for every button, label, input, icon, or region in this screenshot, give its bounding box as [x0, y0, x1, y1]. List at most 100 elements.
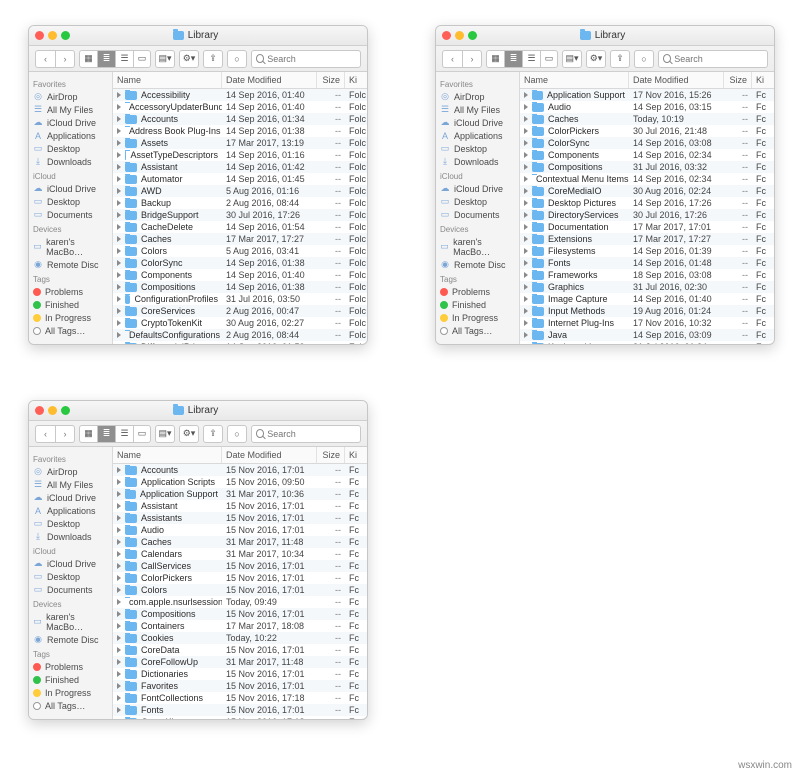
table-row[interactable]: ColorSync 14 Sep 2016, 01:38 -- Folc [113, 257, 367, 269]
maximize-icon[interactable] [61, 31, 70, 40]
table-row[interactable]: Java 14 Sep 2016, 03:09 -- Fc [520, 329, 774, 341]
disclosure-icon[interactable] [117, 332, 121, 338]
minimize-icon[interactable] [48, 406, 57, 415]
table-row[interactable]: Containers 17 Mar 2017, 18:08 -- Fc [113, 620, 367, 632]
table-row[interactable]: Dictionaries 15 Nov 2016, 17:01 -- Fc [113, 668, 367, 680]
search-field[interactable] [251, 425, 361, 443]
table-row[interactable]: ColorSync 14 Sep 2016, 03:08 -- Fc [520, 137, 774, 149]
table-row[interactable]: Graphics 31 Jul 2016, 02:30 -- Fc [520, 281, 774, 293]
sidebar-item[interactable]: ▭Desktop [31, 195, 110, 208]
disclosure-icon[interactable] [117, 539, 121, 545]
table-row[interactable]: Contextual Menu Items 14 Sep 2016, 02:34… [520, 173, 774, 185]
sidebar-item[interactable]: AApplications [438, 129, 517, 142]
disclosure-icon[interactable] [117, 515, 121, 521]
sidebar-item[interactable]: All Tags… [31, 699, 110, 712]
disclosure-icon[interactable] [524, 128, 528, 134]
disclosure-icon[interactable] [117, 260, 121, 266]
forward-button[interactable]: › [55, 425, 75, 443]
sidebar-item[interactable]: ◎AirDrop [31, 90, 110, 103]
sidebar-item[interactable]: ☁iCloud Drive [31, 116, 110, 129]
disclosure-icon[interactable] [117, 284, 121, 290]
action-button[interactable]: ⚙▾ [179, 50, 199, 68]
view-gallery-button[interactable]: ▭ [540, 50, 558, 68]
disclosure-icon[interactable] [117, 467, 121, 473]
table-row[interactable]: CoreServices 2 Aug 2016, 00:47 -- Folc [113, 305, 367, 317]
sidebar-item[interactable]: ▭Documents [31, 208, 110, 221]
sidebar-item[interactable]: ⤓Downloads [31, 155, 110, 168]
table-row[interactable]: Audio 15 Nov 2016, 17:01 -- Fc [113, 524, 367, 536]
table-row[interactable]: ConfigurationProfiles 31 Jul 2016, 03:50… [113, 293, 367, 305]
disclosure-icon[interactable] [117, 212, 121, 218]
disclosure-icon[interactable] [117, 587, 121, 593]
disclosure-icon[interactable] [117, 248, 121, 254]
sidebar-item[interactable]: ☁iCloud Drive [438, 116, 517, 129]
disclosure-icon[interactable] [117, 224, 121, 230]
disclosure-icon[interactable] [524, 284, 528, 290]
disclosure-icon[interactable] [117, 116, 121, 122]
share-button[interactable]: ⇪ [203, 425, 223, 443]
view-columns-button[interactable]: ☰ [115, 50, 133, 68]
table-row[interactable]: Caches 31 Mar 2017, 11:48 -- Fc [113, 536, 367, 548]
table-row[interactable]: Accounts 15 Nov 2016, 17:01 -- Fc [113, 464, 367, 476]
disclosure-icon[interactable] [117, 707, 121, 713]
sidebar-item[interactable]: Finished [438, 298, 517, 311]
disclosure-icon[interactable] [524, 188, 528, 194]
col-name[interactable]: Name [113, 447, 222, 463]
disclosure-icon[interactable] [524, 272, 528, 278]
table-row[interactable]: CryptoTokenKit 30 Aug 2016, 02:27 -- Fol… [113, 317, 367, 329]
table-row[interactable]: ColorPickers 15 Nov 2016, 17:01 -- Fc [113, 572, 367, 584]
action-button[interactable]: ⚙▾ [586, 50, 606, 68]
table-row[interactable]: Assistants 15 Nov 2016, 17:01 -- Fc [113, 512, 367, 524]
table-row[interactable]: Application Scripts 15 Nov 2016, 09:50 -… [113, 476, 367, 488]
sidebar-item[interactable]: AApplications [31, 129, 110, 142]
view-list-button[interactable]: ≣ [97, 425, 115, 443]
sidebar-item[interactable]: ▭Desktop [31, 142, 110, 155]
table-row[interactable]: Fonts 15 Nov 2016, 17:01 -- Fc [113, 704, 367, 716]
back-button[interactable]: ‹ [35, 425, 55, 443]
col-modified[interactable]: Date Modified [629, 72, 724, 88]
sidebar-item[interactable]: ⤓Downloads [438, 155, 517, 168]
table-row[interactable]: Input Methods 19 Aug 2016, 01:24 -- Fc [520, 305, 774, 317]
table-row[interactable]: Caches Today, 10:19 -- Fc [520, 113, 774, 125]
col-name[interactable]: Name [113, 72, 222, 88]
search-field[interactable] [251, 50, 361, 68]
disclosure-icon[interactable] [117, 176, 121, 182]
search-input[interactable] [674, 54, 763, 64]
forward-button[interactable]: › [55, 50, 75, 68]
table-row[interactable]: CoreMediaIO 30 Aug 2016, 02:24 -- Fc [520, 185, 774, 197]
minimize-icon[interactable] [48, 31, 57, 40]
disclosure-icon[interactable] [117, 635, 121, 641]
sidebar-item[interactable]: ▭Desktop [31, 517, 110, 530]
disclosure-icon[interactable] [117, 236, 121, 242]
table-row[interactable]: DefaultsConfigurations 2 Aug 2016, 08:44… [113, 329, 367, 341]
file-list[interactable]: Accounts 15 Nov 2016, 17:01 -- Fc Applic… [113, 464, 367, 719]
table-row[interactable]: Caches 17 Mar 2017, 17:27 -- Folc [113, 233, 367, 245]
table-row[interactable]: Frameworks 18 Sep 2016, 03:08 -- Fc [520, 269, 774, 281]
table-row[interactable]: Keyboard Layouts 31 Jul 2016, 01:24 -- F… [520, 341, 774, 344]
table-row[interactable]: Backup 2 Aug 2016, 08:44 -- Folc [113, 197, 367, 209]
sidebar-item[interactable]: Finished [31, 298, 110, 311]
sidebar-item[interactable]: All Tags… [438, 324, 517, 337]
disclosure-icon[interactable] [524, 200, 528, 206]
disclosure-icon[interactable] [524, 104, 528, 110]
back-button[interactable]: ‹ [35, 50, 55, 68]
disclosure-icon[interactable] [117, 92, 121, 98]
tags-button[interactable]: ○ [227, 50, 247, 68]
disclosure-icon[interactable] [524, 308, 528, 314]
table-row[interactable]: Application Support 31 Mar 2017, 10:36 -… [113, 488, 367, 500]
disclosure-icon[interactable] [117, 140, 121, 146]
sidebar-item[interactable]: In Progress [31, 686, 110, 699]
table-row[interactable]: CacheDelete 14 Sep 2016, 01:54 -- Folc [113, 221, 367, 233]
disclosure-icon[interactable] [117, 320, 121, 326]
table-row[interactable]: DirectoryServices 30 Jul 2016, 17:26 -- … [520, 209, 774, 221]
disclosure-icon[interactable] [117, 491, 121, 497]
disclosure-icon[interactable] [117, 128, 121, 134]
table-row[interactable]: AssetTypeDescriptors 14 Sep 2016, 01:16 … [113, 149, 367, 161]
disclosure-icon[interactable] [117, 479, 121, 485]
view-icons-button[interactable]: ▦ [79, 425, 97, 443]
disclosure-icon[interactable] [117, 563, 121, 569]
view-gallery-button[interactable]: ▭ [133, 50, 151, 68]
disclosure-icon[interactable] [524, 176, 528, 182]
share-button[interactable]: ⇪ [203, 50, 223, 68]
disclosure-icon[interactable] [117, 575, 121, 581]
